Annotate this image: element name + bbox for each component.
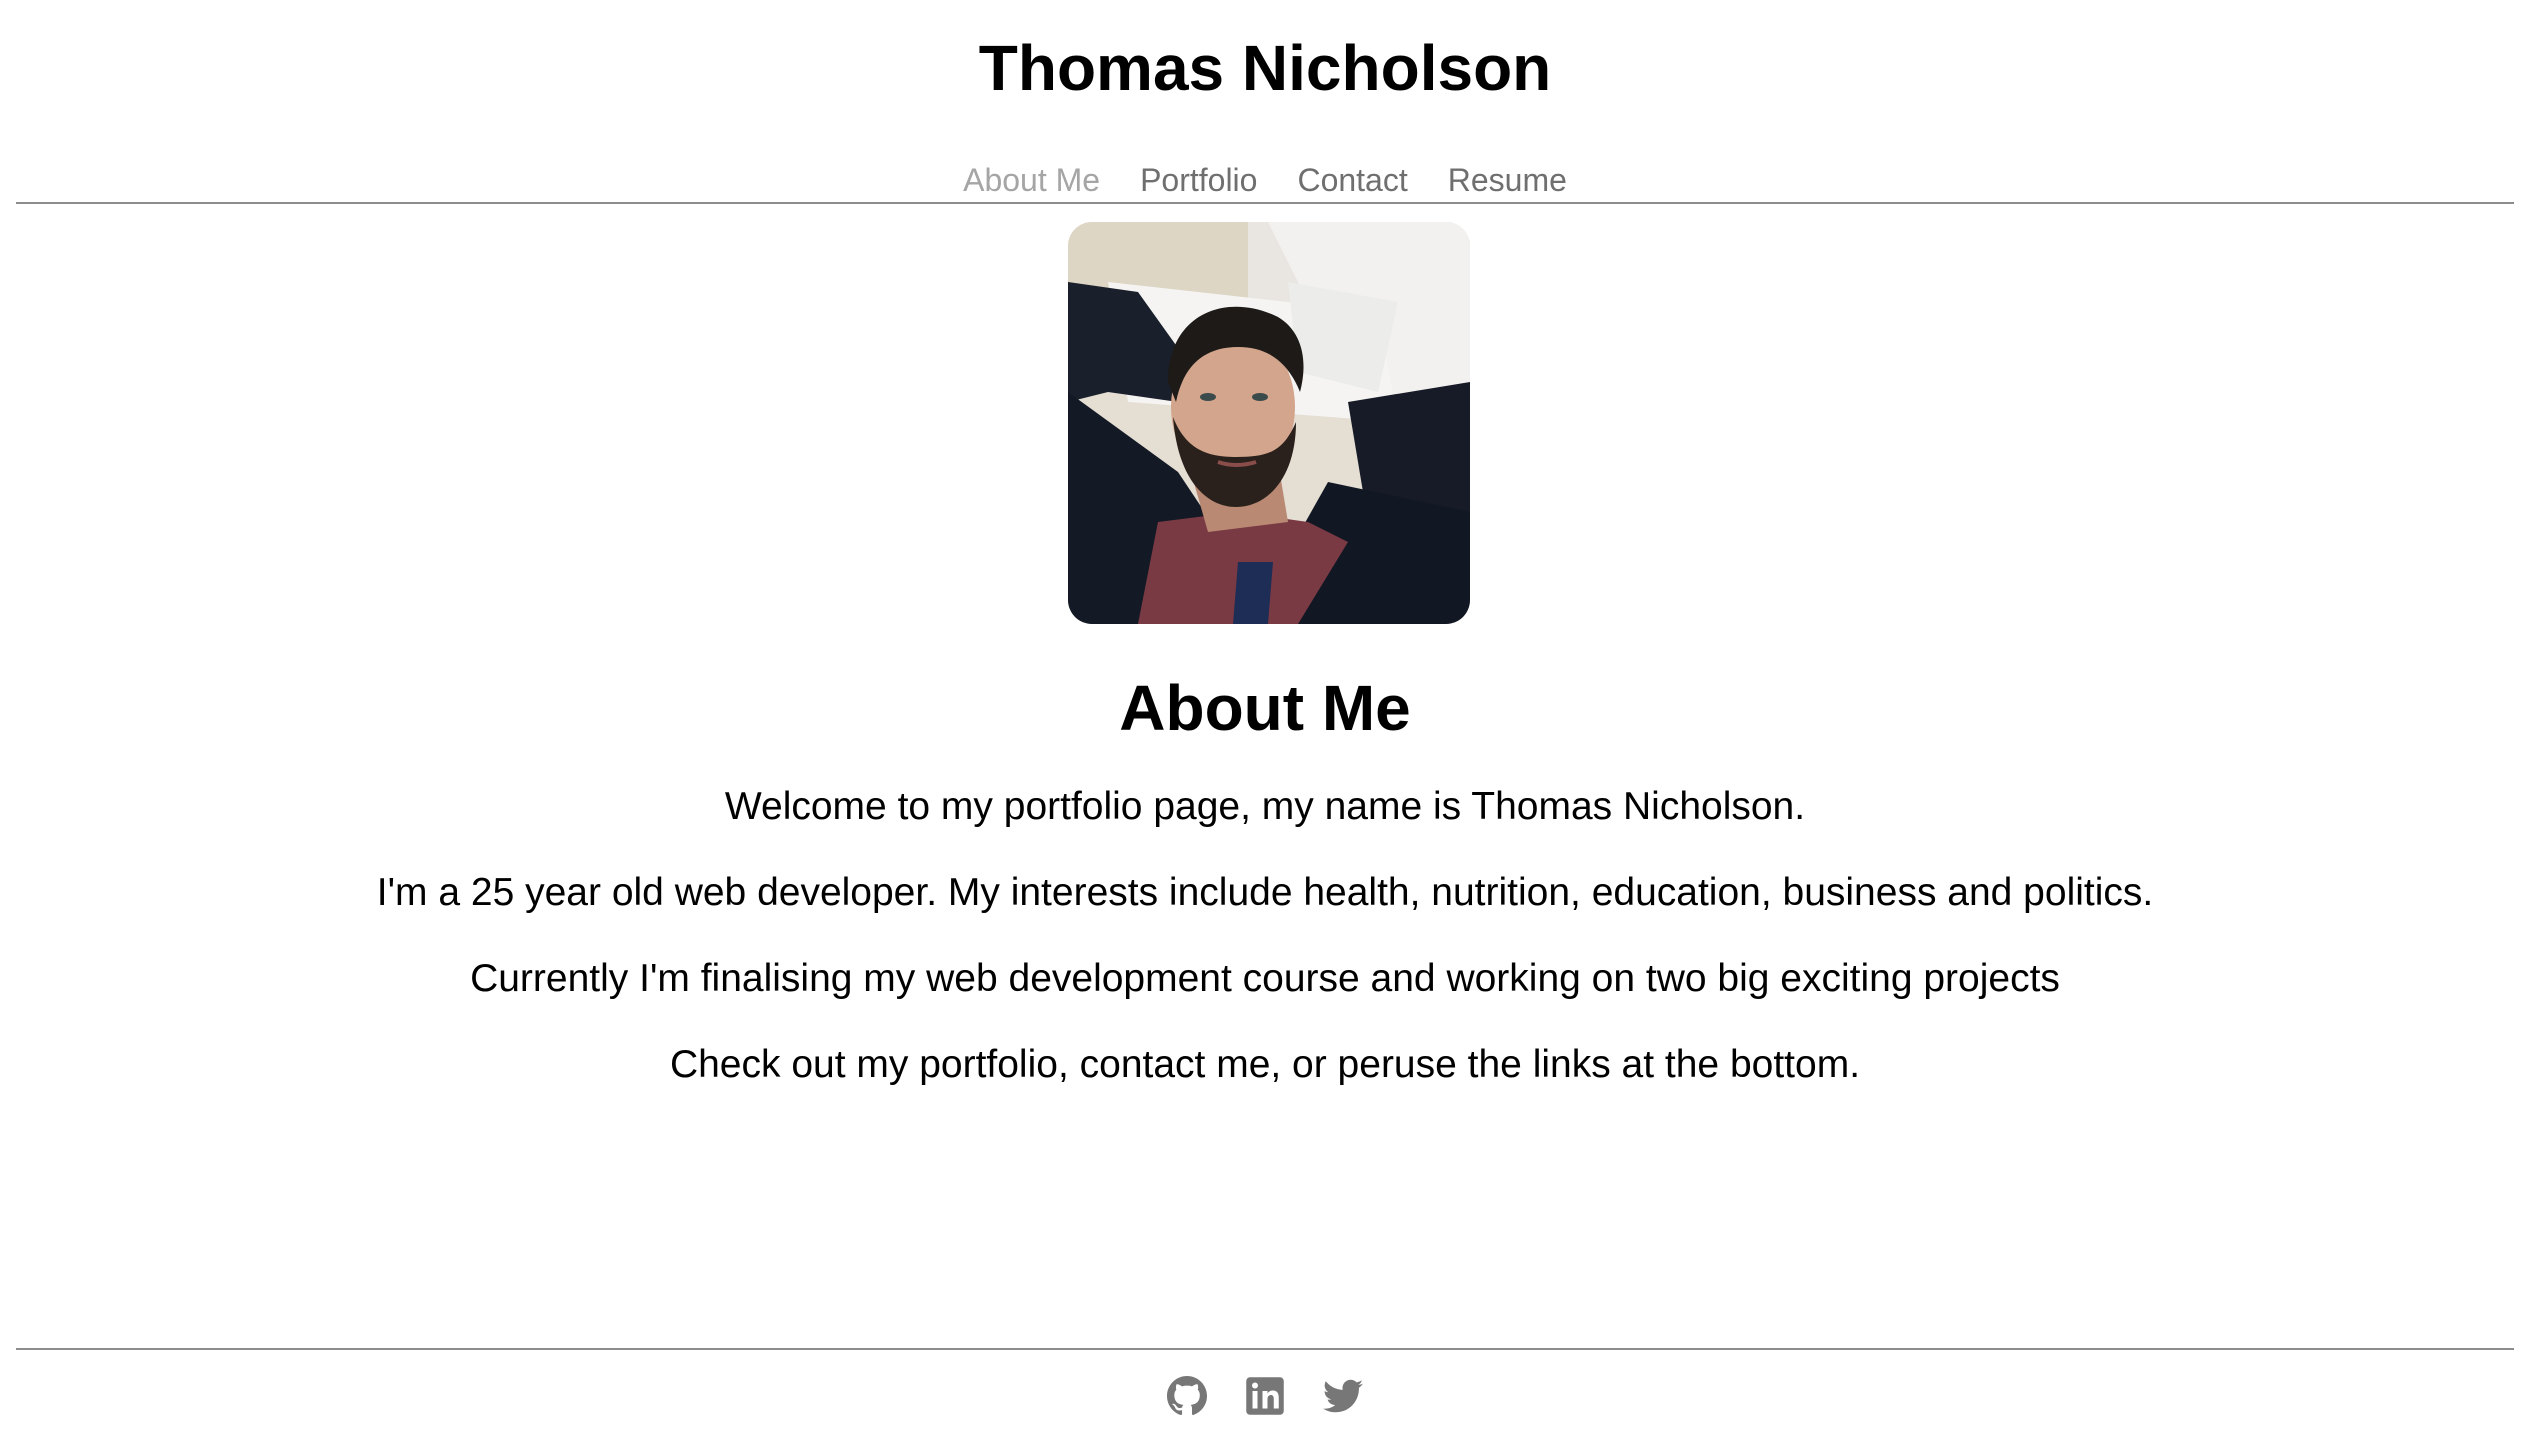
footer-divider	[16, 1348, 2514, 1350]
nav-contact[interactable]: Contact	[1297, 160, 1407, 200]
nav-resume[interactable]: Resume	[1448, 160, 1567, 200]
twitter-icon	[1323, 1379, 1363, 1413]
about-paragraph: Check out my portfolio, contact me, or p…	[669, 1043, 1861, 1086]
about-text: Welcome to my portfolio page, my name is…	[0, 784, 2530, 1128]
page: Thomas Nicholson About Me Portfolio Cont…	[0, 0, 2530, 1440]
site-header: Thomas Nicholson About Me Portfolio Cont…	[0, 0, 2530, 200]
twitter-link[interactable]	[1323, 1376, 1363, 1416]
about-paragraph: Currently I'm finalising my web developm…	[470, 957, 2060, 1000]
social-links	[0, 1376, 2530, 1416]
github-link[interactable]	[1167, 1376, 1207, 1416]
about-paragraph: I'm a 25 year old web developer. My inte…	[376, 871, 2154, 914]
nav-about-me[interactable]: About Me	[963, 160, 1100, 200]
about-heading: About Me	[1119, 672, 1411, 744]
linkedin-link[interactable]	[1245, 1376, 1285, 1416]
linkedin-icon	[1246, 1377, 1284, 1415]
site-title: Thomas Nicholson	[978, 32, 1552, 104]
profile-photo	[1068, 222, 1470, 624]
github-icon	[1167, 1376, 1207, 1416]
nav-portfolio[interactable]: Portfolio	[1140, 160, 1257, 200]
main-nav: About Me Portfolio Contact Resume	[0, 160, 2530, 200]
header-divider	[16, 202, 2514, 204]
about-paragraph: Welcome to my portfolio page, my name is…	[724, 785, 1806, 828]
